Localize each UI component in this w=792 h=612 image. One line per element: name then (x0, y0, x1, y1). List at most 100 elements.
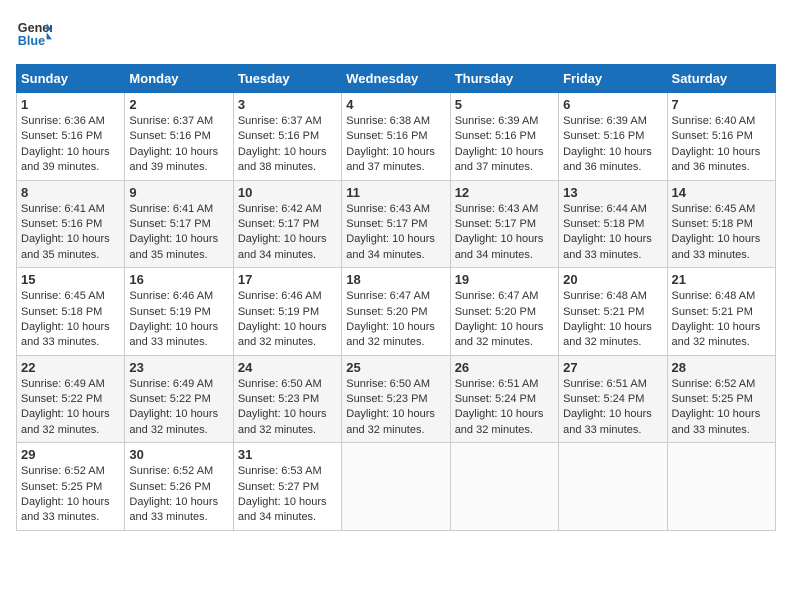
day-info: Sunrise: 6:52 AMSunset: 5:25 PMDaylight:… (21, 465, 110, 523)
day-info: Sunrise: 6:50 AMSunset: 5:23 PMDaylight:… (238, 378, 327, 436)
day-number: 8 (21, 185, 120, 200)
table-row: 4 Sunrise: 6:38 AMSunset: 5:16 PMDayligh… (342, 93, 450, 181)
table-row: 9 Sunrise: 6:41 AMSunset: 5:17 PMDayligh… (125, 180, 233, 268)
day-info: Sunrise: 6:46 AMSunset: 5:19 PMDaylight:… (238, 290, 327, 348)
day-info: Sunrise: 6:49 AMSunset: 5:22 PMDaylight:… (129, 378, 218, 436)
day-number: 5 (455, 97, 554, 112)
day-info: Sunrise: 6:41 AMSunset: 5:17 PMDaylight:… (129, 203, 218, 261)
day-number: 14 (672, 185, 771, 200)
day-number: 12 (455, 185, 554, 200)
day-info: Sunrise: 6:45 AMSunset: 5:18 PMDaylight:… (21, 290, 110, 348)
col-header-wednesday: Wednesday (342, 65, 450, 93)
day-number: 26 (455, 360, 554, 375)
day-info: Sunrise: 6:38 AMSunset: 5:16 PMDaylight:… (346, 115, 435, 173)
table-row: 18 Sunrise: 6:47 AMSunset: 5:20 PMDaylig… (342, 268, 450, 356)
table-row: 28 Sunrise: 6:52 AMSunset: 5:25 PMDaylig… (667, 355, 775, 443)
table-row: 21 Sunrise: 6:48 AMSunset: 5:21 PMDaylig… (667, 268, 775, 356)
table-row: 27 Sunrise: 6:51 AMSunset: 5:24 PMDaylig… (559, 355, 667, 443)
table-row: 1 Sunrise: 6:36 AMSunset: 5:16 PMDayligh… (17, 93, 125, 181)
day-number: 11 (346, 185, 445, 200)
day-info: Sunrise: 6:37 AMSunset: 5:16 PMDaylight:… (129, 115, 218, 173)
day-number: 27 (563, 360, 662, 375)
day-info: Sunrise: 6:50 AMSunset: 5:23 PMDaylight:… (346, 378, 435, 436)
day-number: 22 (21, 360, 120, 375)
day-info: Sunrise: 6:42 AMSunset: 5:17 PMDaylight:… (238, 203, 327, 261)
day-number: 23 (129, 360, 228, 375)
day-info: Sunrise: 6:41 AMSunset: 5:16 PMDaylight:… (21, 203, 110, 261)
logo-icon: General Blue (16, 16, 52, 52)
table-row: 17 Sunrise: 6:46 AMSunset: 5:19 PMDaylig… (233, 268, 341, 356)
day-number: 25 (346, 360, 445, 375)
table-row (450, 443, 558, 531)
table-row: 15 Sunrise: 6:45 AMSunset: 5:18 PMDaylig… (17, 268, 125, 356)
header: General Blue (16, 16, 776, 52)
table-row: 29 Sunrise: 6:52 AMSunset: 5:25 PMDaylig… (17, 443, 125, 531)
svg-text:Blue: Blue (18, 34, 45, 48)
table-row: 26 Sunrise: 6:51 AMSunset: 5:24 PMDaylig… (450, 355, 558, 443)
day-number: 2 (129, 97, 228, 112)
table-row (667, 443, 775, 531)
day-number: 28 (672, 360, 771, 375)
table-row: 6 Sunrise: 6:39 AMSunset: 5:16 PMDayligh… (559, 93, 667, 181)
day-info: Sunrise: 6:51 AMSunset: 5:24 PMDaylight:… (455, 378, 544, 436)
table-row: 22 Sunrise: 6:49 AMSunset: 5:22 PMDaylig… (17, 355, 125, 443)
day-number: 10 (238, 185, 337, 200)
table-row: 19 Sunrise: 6:47 AMSunset: 5:20 PMDaylig… (450, 268, 558, 356)
day-info: Sunrise: 6:37 AMSunset: 5:16 PMDaylight:… (238, 115, 327, 173)
day-info: Sunrise: 6:53 AMSunset: 5:27 PMDaylight:… (238, 465, 327, 523)
table-row: 8 Sunrise: 6:41 AMSunset: 5:16 PMDayligh… (17, 180, 125, 268)
table-row: 14 Sunrise: 6:45 AMSunset: 5:18 PMDaylig… (667, 180, 775, 268)
table-row: 11 Sunrise: 6:43 AMSunset: 5:17 PMDaylig… (342, 180, 450, 268)
day-number: 13 (563, 185, 662, 200)
table-row (342, 443, 450, 531)
table-row: 30 Sunrise: 6:52 AMSunset: 5:26 PMDaylig… (125, 443, 233, 531)
logo: General Blue (16, 16, 52, 52)
day-number: 9 (129, 185, 228, 200)
day-number: 21 (672, 272, 771, 287)
day-number: 6 (563, 97, 662, 112)
day-info: Sunrise: 6:51 AMSunset: 5:24 PMDaylight:… (563, 378, 652, 436)
day-info: Sunrise: 6:48 AMSunset: 5:21 PMDaylight:… (672, 290, 761, 348)
day-info: Sunrise: 6:52 AMSunset: 5:25 PMDaylight:… (672, 378, 761, 436)
table-row: 12 Sunrise: 6:43 AMSunset: 5:17 PMDaylig… (450, 180, 558, 268)
day-number: 19 (455, 272, 554, 287)
day-number: 3 (238, 97, 337, 112)
day-info: Sunrise: 6:46 AMSunset: 5:19 PMDaylight:… (129, 290, 218, 348)
col-header-thursday: Thursday (450, 65, 558, 93)
day-info: Sunrise: 6:47 AMSunset: 5:20 PMDaylight:… (346, 290, 435, 348)
day-info: Sunrise: 6:43 AMSunset: 5:17 PMDaylight:… (455, 203, 544, 261)
day-number: 31 (238, 447, 337, 462)
day-info: Sunrise: 6:43 AMSunset: 5:17 PMDaylight:… (346, 203, 435, 261)
table-row: 25 Sunrise: 6:50 AMSunset: 5:23 PMDaylig… (342, 355, 450, 443)
table-row: 13 Sunrise: 6:44 AMSunset: 5:18 PMDaylig… (559, 180, 667, 268)
day-info: Sunrise: 6:47 AMSunset: 5:20 PMDaylight:… (455, 290, 544, 348)
day-number: 29 (21, 447, 120, 462)
col-header-monday: Monday (125, 65, 233, 93)
day-info: Sunrise: 6:45 AMSunset: 5:18 PMDaylight:… (672, 203, 761, 261)
day-info: Sunrise: 6:49 AMSunset: 5:22 PMDaylight:… (21, 378, 110, 436)
day-number: 30 (129, 447, 228, 462)
table-row: 31 Sunrise: 6:53 AMSunset: 5:27 PMDaylig… (233, 443, 341, 531)
col-header-saturday: Saturday (667, 65, 775, 93)
col-header-sunday: Sunday (17, 65, 125, 93)
table-row: 16 Sunrise: 6:46 AMSunset: 5:19 PMDaylig… (125, 268, 233, 356)
day-number: 16 (129, 272, 228, 287)
day-number: 1 (21, 97, 120, 112)
table-row: 7 Sunrise: 6:40 AMSunset: 5:16 PMDayligh… (667, 93, 775, 181)
day-info: Sunrise: 6:39 AMSunset: 5:16 PMDaylight:… (455, 115, 544, 173)
day-number: 18 (346, 272, 445, 287)
day-info: Sunrise: 6:48 AMSunset: 5:21 PMDaylight:… (563, 290, 652, 348)
day-number: 24 (238, 360, 337, 375)
day-number: 7 (672, 97, 771, 112)
table-row: 24 Sunrise: 6:50 AMSunset: 5:23 PMDaylig… (233, 355, 341, 443)
col-header-friday: Friday (559, 65, 667, 93)
table-row: 5 Sunrise: 6:39 AMSunset: 5:16 PMDayligh… (450, 93, 558, 181)
table-row: 3 Sunrise: 6:37 AMSunset: 5:16 PMDayligh… (233, 93, 341, 181)
day-info: Sunrise: 6:39 AMSunset: 5:16 PMDaylight:… (563, 115, 652, 173)
day-info: Sunrise: 6:44 AMSunset: 5:18 PMDaylight:… (563, 203, 652, 261)
calendar-table: SundayMondayTuesdayWednesdayThursdayFrid… (16, 64, 776, 531)
day-number: 20 (563, 272, 662, 287)
day-number: 4 (346, 97, 445, 112)
day-number: 17 (238, 272, 337, 287)
table-row: 23 Sunrise: 6:49 AMSunset: 5:22 PMDaylig… (125, 355, 233, 443)
